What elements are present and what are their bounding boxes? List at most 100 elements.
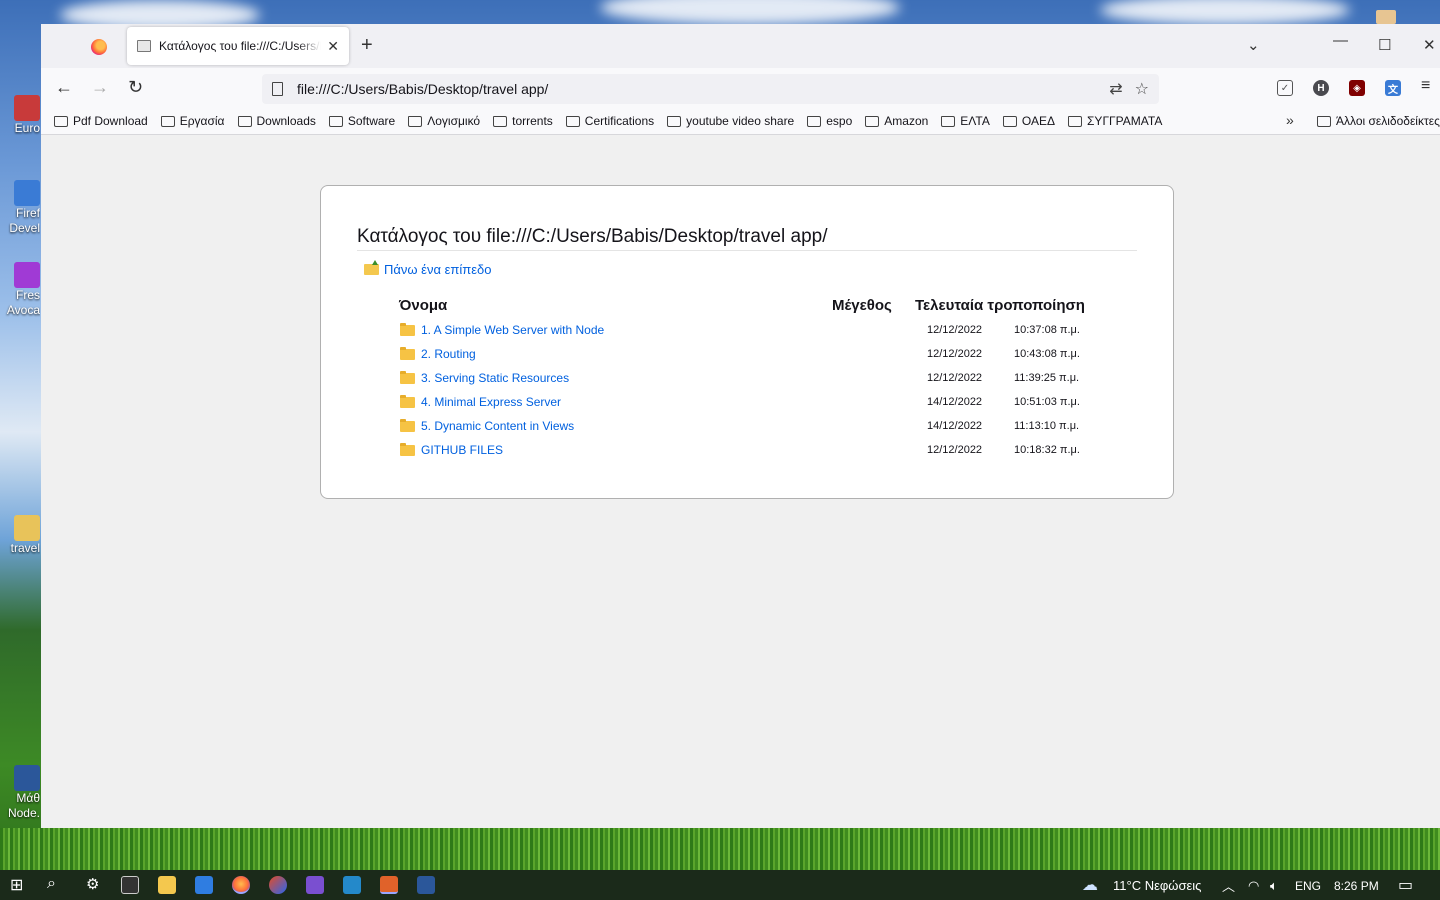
- bookmark-folder[interactable]: Amazon: [865, 114, 928, 128]
- bookmark-folder[interactable]: torrents: [493, 114, 553, 128]
- language-indicator[interactable]: ENG: [1295, 879, 1321, 893]
- bookmark-folder[interactable]: Pdf Download: [54, 114, 148, 128]
- file-explorer-icon[interactable]: [158, 876, 176, 894]
- bookmark-folder[interactable]: Downloads: [237, 114, 316, 128]
- bookmark-folder[interactable]: ΟΑΕΔ: [1002, 114, 1056, 128]
- bookmark-folder[interactable]: youtube video share: [667, 114, 794, 128]
- desktop-shortcut[interactable]: Μάθ Node.: [0, 765, 40, 821]
- settings-gear-icon[interactable]: ⚙: [86, 875, 99, 893]
- bookmark-folder[interactable]: Λογισμικό: [408, 114, 480, 128]
- desktop-shortcut[interactable]: Firef Devel: [0, 180, 40, 236]
- more-bookmarks-chevron-icon[interactable]: »: [1286, 112, 1294, 128]
- word-doc-icon: [14, 765, 40, 791]
- desktop-shortcut[interactable]: Euro: [0, 95, 40, 135]
- folder-link[interactable]: GITHUB FILES: [421, 443, 503, 457]
- bookmark-folder[interactable]: ΣΥΓΓΡΑΜΑΤΑ: [1068, 114, 1162, 128]
- forward-button[interactable]: →: [91, 77, 109, 98]
- close-window-button[interactable]: ✕: [1423, 36, 1436, 54]
- url-input[interactable]: [297, 81, 1098, 97]
- terminal-icon[interactable]: [121, 876, 139, 894]
- bookmark-folder[interactable]: ΕΛΤΑ: [941, 114, 990, 128]
- modified-date: 12/12/2022: [927, 348, 983, 360]
- firefox-icon[interactable]: [91, 39, 107, 55]
- rss-desktop-icon[interactable]: [1376, 10, 1396, 24]
- visual-studio-icon[interactable]: [306, 876, 324, 894]
- word-icon[interactable]: [417, 876, 435, 894]
- folder-link[interactable]: 4. Minimal Express Server: [421, 395, 561, 409]
- column-header-modified[interactable]: Τελευταία τροποποίηση: [915, 297, 1085, 314]
- new-tab-button[interactable]: +: [361, 34, 373, 57]
- pocket-icon[interactable]: ✓: [1277, 80, 1293, 96]
- modified-time: 10:51:03 π.μ.: [1014, 396, 1080, 408]
- app-taskbar-icon[interactable]: [269, 876, 287, 894]
- bookmark-star-icon[interactable]: ☆: [1135, 79, 1149, 99]
- folder-link[interactable]: 3. Serving Static Resources: [421, 371, 569, 385]
- list-all-tabs-icon[interactable]: ⌄: [1247, 36, 1260, 54]
- menu-icon[interactable]: ≡: [1421, 77, 1430, 95]
- url-bar[interactable]: ⇄ ☆: [262, 74, 1159, 104]
- search-icon[interactable]: ⌕: [47, 875, 56, 893]
- folder-link[interactable]: 5. Dynamic Content in Views: [421, 419, 574, 433]
- show-hidden-icons-chevron-icon[interactable]: ︿: [1222, 876, 1235, 895]
- bookmarks-toolbar: Pdf Download Εργασία Downloads Software …: [41, 108, 1440, 135]
- back-button[interactable]: ←: [55, 77, 73, 98]
- network-icon[interactable]: ◠: [1248, 878, 1259, 894]
- notification-icon[interactable]: ▭: [1398, 875, 1413, 895]
- active-tab[interactable]: Κατάλογος του file:///C:/Users/Babis/Des…: [127, 27, 349, 65]
- column-header-name[interactable]: Όνομα: [399, 297, 447, 314]
- bookmark-folder[interactable]: espo: [807, 114, 852, 128]
- desktop-icon-label: Fres Avoca: [6, 288, 40, 317]
- bookmark-folder[interactable]: Εργασία: [160, 114, 225, 128]
- cloud-weather-icon[interactable]: ☁: [1082, 875, 1098, 895]
- extension-h-icon[interactable]: H: [1313, 80, 1329, 96]
- translate-icon[interactable]: ⇄: [1109, 79, 1122, 99]
- close-tab-icon[interactable]: ✕: [327, 38, 339, 55]
- git-gui-icon[interactable]: [380, 876, 398, 894]
- clock[interactable]: 8:26 PM: [1334, 879, 1379, 893]
- page-info-icon[interactable]: [272, 82, 283, 96]
- folder-link[interactable]: 2. Routing: [421, 347, 476, 361]
- page-icon: [137, 40, 151, 52]
- directory-listing: Κατάλογος του file:///C:/Users/Babis/Des…: [320, 185, 1174, 499]
- bookmark-label: ΟΑΕΔ: [1021, 114, 1056, 128]
- folder-icon: [328, 115, 343, 127]
- desktop-icon-label: travel: [10, 541, 40, 555]
- bookmark-folder[interactable]: Software: [328, 114, 395, 128]
- weather-text[interactable]: 11°C Νεφώσεις: [1113, 878, 1201, 893]
- bookmark-folder[interactable]: Certifications: [565, 114, 655, 128]
- other-bookmarks[interactable]: Άλλοι σελιδοδείκτες: [1317, 114, 1440, 128]
- folder-icon: [237, 115, 252, 127]
- bookmark-label: ΕΛΤΑ: [960, 114, 990, 128]
- folder-icon: [1002, 115, 1017, 127]
- mail-icon[interactable]: [195, 876, 213, 894]
- volume-icon[interactable]: 🔈︎: [1270, 878, 1278, 894]
- modified-time: 11:13:10 π.μ.: [1014, 420, 1080, 432]
- table-row: 4. Minimal Express Server 14/12/2022 10:…: [400, 392, 1100, 412]
- firefox-taskbar-icon[interactable]: [232, 876, 250, 894]
- desktop-shortcut[interactable]: Fres Avoca: [0, 262, 40, 318]
- reload-button[interactable]: ↻: [128, 77, 143, 98]
- column-header-size[interactable]: Μέγεθος: [832, 297, 892, 314]
- page-content: Κατάλογος του file:///C:/Users/Babis/Des…: [41, 135, 1440, 828]
- ublock-icon[interactable]: ◈: [1349, 80, 1365, 96]
- start-button[interactable]: ⊞: [10, 875, 23, 895]
- folder-icon: [400, 322, 415, 336]
- bookmark-label: Amazon: [884, 114, 929, 128]
- folder-icon: [667, 115, 682, 127]
- up-link-label: Πάνω ένα επίπεδο: [384, 262, 492, 277]
- desktop-folder[interactable]: travel: [0, 515, 40, 555]
- folder-icon: [865, 115, 880, 127]
- desktop-icon-label: Μάθ Node.: [7, 791, 40, 820]
- tab-bar: Κατάλογος του file:///C:/Users/Babis/Des…: [41, 24, 1440, 68]
- parent-directory-link[interactable]: Πάνω ένα επίπεδο: [364, 260, 492, 277]
- bookmark-label: Certifications: [584, 114, 655, 128]
- bookmark-label: Άλλοι σελιδοδείκτες: [1336, 114, 1440, 128]
- maximize-button[interactable]: ☐: [1378, 36, 1391, 54]
- folder-icon: [400, 394, 415, 408]
- vscode-icon[interactable]: [343, 876, 361, 894]
- minimize-button[interactable]: —: [1333, 32, 1348, 49]
- translate-extension-icon[interactable]: 文: [1385, 80, 1401, 96]
- folder-icon: [400, 418, 415, 432]
- folder-link[interactable]: 1. A Simple Web Server with Node: [421, 323, 604, 337]
- folder-icon: [565, 115, 580, 127]
